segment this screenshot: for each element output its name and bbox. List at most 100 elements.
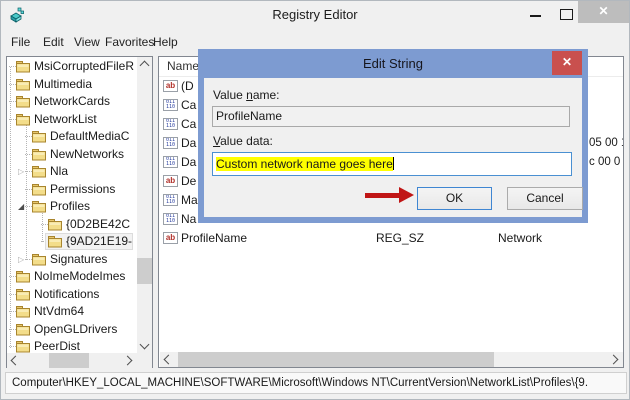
tree-connector-stub	[25, 206, 32, 207]
status-path: Computer\HKEY_LOCAL_MACHINE\SOFTWARE\Mic…	[12, 377, 589, 389]
scroll-left-icon[interactable]	[163, 354, 174, 365]
expand-triangle-icon[interactable]: ▷	[18, 165, 24, 178]
close-icon[interactable]: ✕	[578, 1, 629, 23]
tree-item-permissions[interactable]: x="0 0 15 13"> Permissions	[7, 181, 137, 199]
cancel-button[interactable]: Cancel	[507, 187, 583, 210]
tree-item-multimedia[interactable]: x="0 0 15 13"> Multimedia	[7, 76, 137, 94]
collapse-triangle-icon[interactable]: ◢	[18, 200, 24, 213]
tree-connector-stub	[9, 66, 16, 67]
value-name: Ca	[181, 98, 197, 112]
string-value-icon: ab	[163, 232, 178, 244]
tree-item-newnetworks[interactable]: x="0 0 15 13"> NewNetworks	[7, 146, 137, 164]
folder-icon: x="0 0 15 13">	[32, 166, 46, 178]
tree-item-label: NetworkList	[34, 111, 97, 126]
tree-connector-stub	[9, 83, 16, 85]
tree-item-label: OpenGLDrivers	[34, 321, 118, 336]
menu-file[interactable]: File	[11, 29, 30, 55]
menu-view[interactable]: View	[74, 29, 100, 55]
tree-item-networkcards[interactable]: x="0 0 15 13"> NetworkCards	[7, 93, 137, 111]
menu-edit[interactable]: Edit	[43, 29, 64, 55]
status-bar: Computer\HKEY_LOCAL_MACHINE\SOFTWARE\Mic…	[5, 372, 627, 394]
folder-icon: x="0 0 15 13">	[16, 96, 30, 108]
tree-item-0d2be42c[interactable]: x="0 0 15 13"> {0D2BE42C	[7, 216, 137, 234]
tree-item-peerdist[interactable]: x="0 0 15 13"> PeerDist	[7, 338, 137, 353]
scroll-down-icon[interactable]	[139, 339, 150, 350]
value-name: Ma	[181, 193, 198, 207]
tree-item-defaultmediac[interactable]: x="0 0 15 13"> DefaultMediaC	[7, 128, 137, 146]
value-type: REG_SZ	[376, 231, 425, 245]
dialog-title: Edit String	[363, 56, 423, 71]
tree-item-label: Signatures	[50, 251, 108, 266]
tree-horizontal-scrollbar[interactable]	[7, 353, 137, 368]
folder-icon: x="0 0 15 13">	[16, 323, 30, 335]
text-cursor	[392, 157, 394, 170]
folder-icon: x="0 0 15 13">	[32, 253, 46, 265]
dialog-close-icon[interactable]: ✕	[552, 51, 582, 75]
tree-item-opengldrivers[interactable]: x="0 0 15 13"> OpenGLDrivers	[7, 321, 137, 339]
value-data-fragment: 05 00 1	[589, 137, 623, 149]
tree-item-label: NewNetworks	[50, 146, 125, 161]
binary-value-icon: 011 110	[163, 194, 178, 206]
menu-help[interactable]: Help	[153, 29, 178, 55]
folder-icon: x="0 0 15 13">	[48, 236, 62, 248]
tree-connector-stub	[9, 118, 16, 120]
tree-connector-stub	[41, 223, 48, 225]
minimize-icon[interactable]	[530, 15, 541, 17]
tree-item-msicorruptedfiler[interactable]: x="0 0 15 13"> MsiCorruptedFileR	[7, 58, 137, 76]
value-name: (D	[181, 79, 194, 93]
tree-item-label: Notifications	[34, 286, 100, 301]
value-name-field[interactable]: ProfileName	[212, 106, 570, 127]
binary-value-icon: 011 110	[163, 118, 178, 130]
folder-icon: x="0 0 15 13">	[16, 306, 30, 318]
value-data: Network	[498, 231, 543, 245]
tree-item-9ad21e19[interactable]: x="0 0 15 13"> {9AD21E19-	[7, 233, 137, 251]
scroll-left-icon[interactable]	[10, 355, 21, 366]
ok-button[interactable]: OK	[417, 187, 492, 210]
value-name: Ca	[181, 117, 197, 131]
tree-vertical-scrollbar[interactable]	[137, 57, 152, 353]
tree-item-nla[interactable]: ▷ x="0 0 15 13"> Nla	[7, 163, 137, 181]
tree-item-ntvdm64[interactable]: x="0 0 15 13"> NtVdm64	[7, 303, 137, 321]
annotation-arrow-head	[399, 187, 414, 203]
tree-item-label: NtVdm64	[34, 304, 85, 318]
tree-item-label: NoImeModeImes	[34, 269, 126, 283]
tree-connector-stub	[9, 293, 16, 295]
tree-connector-stub	[9, 311, 16, 312]
value-name: Da	[181, 155, 197, 169]
value-data-fragment: c 00 0	[589, 156, 621, 168]
scroll-up-icon[interactable]	[139, 60, 150, 71]
folder-icon: x="0 0 15 13">	[16, 341, 30, 353]
maximize-icon[interactable]	[560, 9, 573, 20]
value-data-field[interactable]: Custom network name goes here	[212, 152, 572, 176]
folder-icon: x="0 0 15 13">	[48, 218, 62, 230]
tree-item-noimemodeimes[interactable]: x="0 0 15 13"> NoImeModeImes	[7, 268, 137, 286]
tree-item-profiles[interactable]: ◢ x="0 0 15 13"> Profiles	[7, 198, 137, 216]
column-header-name[interactable]: Name	[167, 59, 199, 73]
value-name-label: Value name:	[213, 88, 280, 102]
list-hscroll-thumb[interactable]	[178, 352, 494, 367]
expand-triangle-icon[interactable]: ▷	[18, 253, 24, 266]
value-name: Da	[181, 136, 197, 150]
title-bar: Registry Editor ✕	[1, 1, 629, 29]
tree-content: x="0 0 15 13">MsiCorruptedFileRx="0 0 15…	[7, 57, 137, 353]
tree-item-networklist[interactable]: x="0 0 15 13"> NetworkList	[7, 111, 137, 129]
scroll-right-icon[interactable]	[122, 355, 133, 366]
tree-connector-stub	[9, 328, 16, 330]
tree-item-label: Nla	[50, 164, 69, 178]
registry-tree-pane: x="0 0 15 13">MsiCorruptedFileRx="0 0 15…	[6, 56, 153, 368]
folder-icon: x="0 0 15 13">	[32, 131, 46, 143]
tree-hscroll-thumb[interactable]	[49, 353, 89, 368]
tree-item-notifications[interactable]: x="0 0 15 13"> Notifications	[7, 286, 137, 304]
scroll-right-icon[interactable]	[608, 354, 619, 365]
menu-favorites[interactable]: Favorites	[105, 29, 154, 55]
annotation-arrow	[365, 193, 401, 198]
value-name: Na	[181, 212, 197, 226]
tree-connector-stub	[9, 101, 16, 102]
list-horizontal-scrollbar[interactable]	[160, 352, 623, 367]
scrollbar-corner	[137, 353, 152, 368]
binary-value-icon: 011 110	[163, 156, 178, 168]
folder-icon: x="0 0 15 13">	[32, 201, 46, 213]
tree-item-signatures[interactable]: ▷ x="0 0 15 13"> Signatures	[7, 251, 137, 269]
tree-vscroll-thumb[interactable]	[137, 258, 152, 284]
value-row-profilename[interactable]: ab ProfileName REG_SZ Network	[159, 229, 623, 248]
